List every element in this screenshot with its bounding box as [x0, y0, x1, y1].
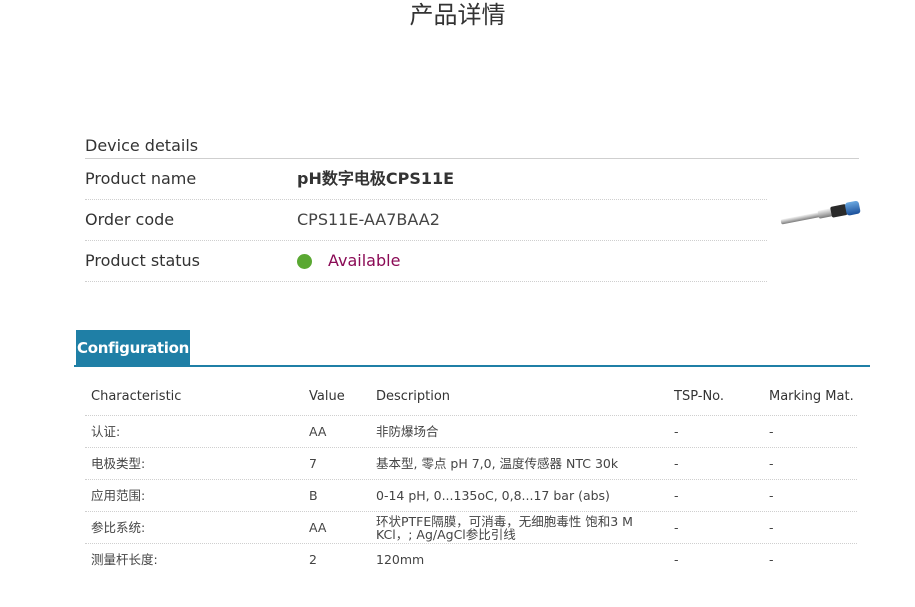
cell-description: 120mm	[376, 552, 425, 567]
product-name-row: Product name pH数字电极CPS11E	[85, 159, 767, 200]
cell-characteristic: 测量杆长度:	[91, 552, 158, 567]
column-header-description: Description	[376, 389, 451, 404]
cell-description: 非防爆场合	[376, 424, 439, 439]
column-header-marking-mat: Marking Mat.	[769, 389, 854, 404]
cell-marking-mat: -	[769, 520, 774, 535]
order-code-value: CPS11E-AA7BAA2	[297, 210, 440, 229]
cell-description: 环状PTFE隔膜，可消毒，无细胞毒性 饱和3 M KCl，; Ag/AgCl参比…	[376, 514, 633, 542]
table-row: 测量杆长度: 2 120mm - -	[85, 544, 857, 575]
cell-value: AA	[309, 424, 327, 439]
table-row: 认证: AA 非防爆场合 - -	[85, 416, 857, 448]
cell-tsp-no: -	[674, 552, 679, 567]
configuration-table: Characteristic Value Description TSP-No.…	[85, 378, 857, 575]
product-status-row: Product status Available	[85, 241, 767, 282]
cell-marking-mat: -	[769, 552, 774, 567]
device-details-heading: Device details	[85, 133, 859, 159]
table-row: 参比系统: AA 环状PTFE隔膜，可消毒，无细胞毒性 饱和3 M KCl，; …	[85, 512, 857, 544]
cell-value: 2	[309, 552, 317, 567]
table-row: 应用范围: B 0-14 pH, 0...135oC, 0,8...17 bar…	[85, 480, 857, 512]
column-header-tsp-no: TSP-No.	[674, 389, 725, 404]
cell-description: 0-14 pH, 0...135oC, 0,8...17 bar (abs)	[376, 488, 610, 503]
product-name-value: pH数字电极CPS11E	[297, 169, 455, 188]
table-header-row: Characteristic Value Description TSP-No.…	[85, 378, 857, 416]
product-name-label: Product name	[85, 169, 197, 188]
cell-value: AA	[309, 520, 327, 535]
cell-tsp-no: -	[674, 488, 679, 503]
cell-characteristic: 参比系统:	[91, 520, 146, 535]
column-header-characteristic: Characteristic	[91, 389, 182, 404]
cell-value: 7	[309, 456, 317, 471]
order-code-label: Order code	[85, 210, 175, 229]
cell-tsp-no: -	[674, 424, 679, 439]
cell-characteristic: 电极类型:	[91, 456, 146, 471]
cell-marking-mat: -	[769, 488, 774, 503]
cell-marking-mat: -	[769, 424, 774, 439]
config-tab-underline	[74, 365, 870, 367]
device-details-section: Device details Product name pH数字电极CPS11E…	[85, 133, 859, 282]
cell-characteristic: 应用范围:	[91, 488, 146, 503]
cell-tsp-no: -	[674, 520, 679, 535]
table-row: 电极类型: 7 基本型, 零点 pH 7,0, 温度传感器 NTC 30k - …	[85, 448, 857, 480]
cell-tsp-no: -	[674, 456, 679, 471]
tab-configuration[interactable]: Configuration	[76, 330, 190, 365]
status-available-icon	[297, 254, 312, 269]
page-title: 产品详情	[409, 1, 506, 29]
cell-characteristic: 认证:	[91, 424, 121, 439]
product-status-value: Available	[328, 251, 401, 270]
column-header-value: Value	[309, 389, 345, 404]
order-code-row: Order code CPS11E-AA7BAA2	[85, 200, 767, 241]
cell-description: 基本型, 零点 pH 7,0, 温度传感器 NTC 30k	[376, 456, 619, 471]
ph-electrode-image	[780, 200, 861, 225]
product-status-label: Product status	[85, 251, 200, 270]
cell-value: B	[309, 488, 318, 503]
cell-marking-mat: -	[769, 456, 774, 471]
